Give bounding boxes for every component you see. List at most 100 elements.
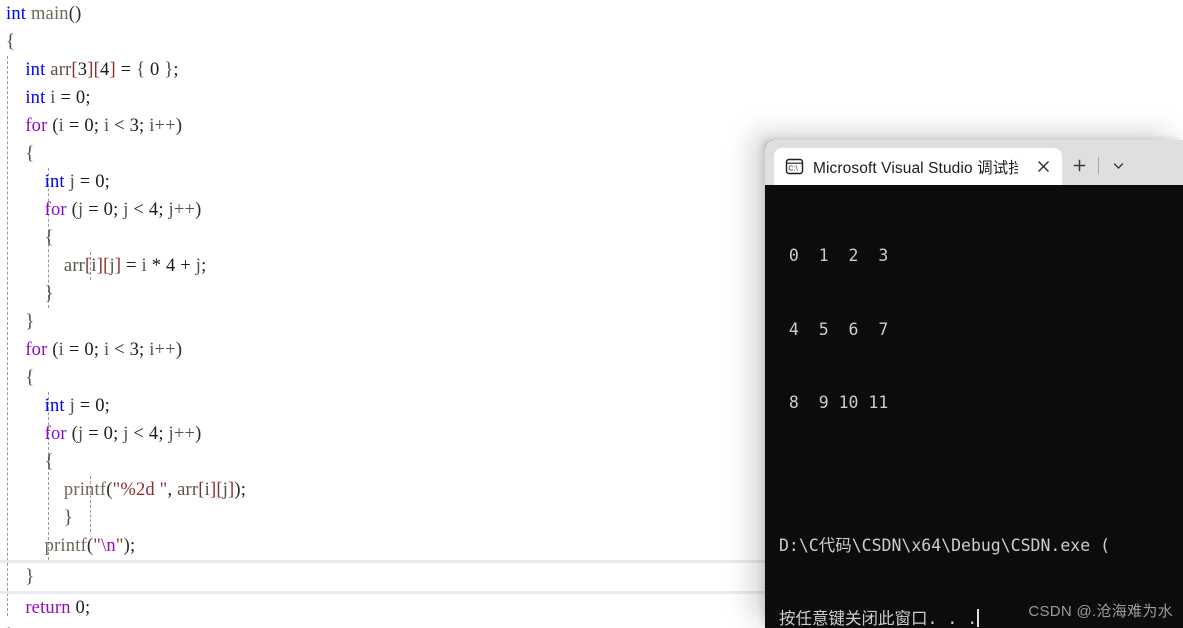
code-token: 0 (84, 340, 94, 360)
close-icon[interactable] (1030, 154, 1056, 180)
console-window[interactable]: C:\ Microsoft Visual Studio 调试挡 0 1 2 3 … (765, 140, 1183, 628)
code-token: arr (63, 256, 86, 276)
code-token: * (146, 256, 166, 276)
code-token: } (63, 508, 73, 528)
code-token: ; (130, 536, 136, 556)
tab-actions (1062, 148, 1135, 185)
code-token: arr (177, 480, 199, 500)
code-token: < (109, 340, 130, 360)
code-token: int (44, 172, 65, 192)
output-row: 0 1 2 3 (779, 246, 889, 265)
code-token: 0 (103, 200, 114, 220)
code-token: 0 (75, 598, 85, 618)
svg-text:C:\: C:\ (788, 164, 797, 173)
prompt-text: 按任意键关闭此窗口. . . (779, 609, 978, 628)
code-token: { (136, 60, 146, 80)
code-token: ) (195, 424, 202, 444)
code-token: arr (50, 60, 72, 80)
code-token: < (128, 200, 149, 220)
new-tab-icon[interactable] (1062, 150, 1096, 180)
code-line[interactable]: int i = 0; (0, 84, 900, 112)
code-line[interactable]: for (i = 0; i < 3; i++) (0, 112, 900, 140)
console-output[interactable]: 0 1 2 3 4 5 6 7 8 9 10 11 D:\C代码\CSDN\x6… (765, 185, 1183, 628)
code-token: ( (47, 116, 59, 136)
toolbar-divider (1098, 156, 1099, 174)
code-token: "%2d " (112, 480, 168, 500)
code-token: i++ (149, 116, 176, 136)
code-token: () (68, 4, 82, 24)
code-token: ( (66, 424, 78, 444)
code-token: 0 (150, 60, 160, 80)
code-token: j++ (168, 200, 196, 220)
console-titlebar[interactable]: C:\ Microsoft Visual Studio 调试挡 (765, 140, 1183, 185)
output-row: 4 5 6 7 (779, 319, 889, 339)
code-token: \n (101, 536, 116, 556)
code-token: } (25, 312, 35, 332)
code-token: = (55, 88, 76, 108)
code-token: " (93, 536, 102, 556)
code-token: 0 (103, 424, 114, 444)
code-token: ; (93, 340, 104, 360)
code-token: ; (201, 256, 207, 276)
code-token: ; (158, 200, 169, 220)
code-token: " (115, 536, 124, 556)
code-token: j++ (168, 424, 196, 444)
terminal-tab[interactable]: C:\ Microsoft Visual Studio 调试挡 (774, 148, 1062, 185)
text-caret (977, 609, 979, 627)
screen: int main() { int arr[3][4] = { 0 }; int i… (0, 0, 1183, 628)
code-token: for (25, 340, 48, 360)
code-token: ; (139, 116, 150, 136)
chevron-down-icon[interactable] (1101, 150, 1135, 180)
code-token: = (83, 200, 104, 220)
watermark: CSDN @.沧海难为水 (1028, 602, 1173, 620)
code-token: { (6, 32, 16, 52)
code-token: 3 (129, 116, 140, 136)
code-token: 0 (84, 116, 94, 136)
code-token: { (44, 452, 54, 472)
code-token: = (121, 256, 142, 276)
code-token: ; (113, 424, 124, 444)
code-line[interactable]: int arr[3][4] = { 0 }; (0, 56, 900, 84)
code-token: = (64, 340, 85, 360)
code-token: , (167, 480, 178, 500)
exit-message: D:\C代码\CSDN\x64\Debug\CSDN.exe ( (779, 535, 1111, 555)
code-token: 3 (77, 60, 88, 80)
code-token: return (25, 598, 71, 618)
code-token: = (64, 116, 85, 136)
code-token: ( (66, 200, 78, 220)
output-row: 8 9 10 11 (779, 393, 889, 412)
code-token: } (25, 567, 35, 587)
code-token: for (44, 200, 67, 220)
code-token: ) (175, 116, 183, 136)
code-token: = (74, 396, 96, 416)
code-token: 4 (148, 424, 159, 444)
code-token: ) (195, 200, 202, 220)
code-line[interactable]: int main() (0, 0, 900, 28)
code-token: ; (104, 396, 111, 416)
code-token: printf (63, 480, 107, 500)
code-line[interactable]: { (0, 28, 900, 56)
code-token: + (175, 256, 196, 276)
terminal-cmd-icon: C:\ (785, 157, 804, 176)
code-token: ; (85, 88, 91, 108)
code-token: = (74, 172, 96, 192)
code-token: ; (113, 200, 124, 220)
code-token: for (44, 424, 67, 444)
code-token: < (109, 116, 130, 136)
code-token: { (25, 144, 35, 164)
code-token: ; (93, 116, 104, 136)
